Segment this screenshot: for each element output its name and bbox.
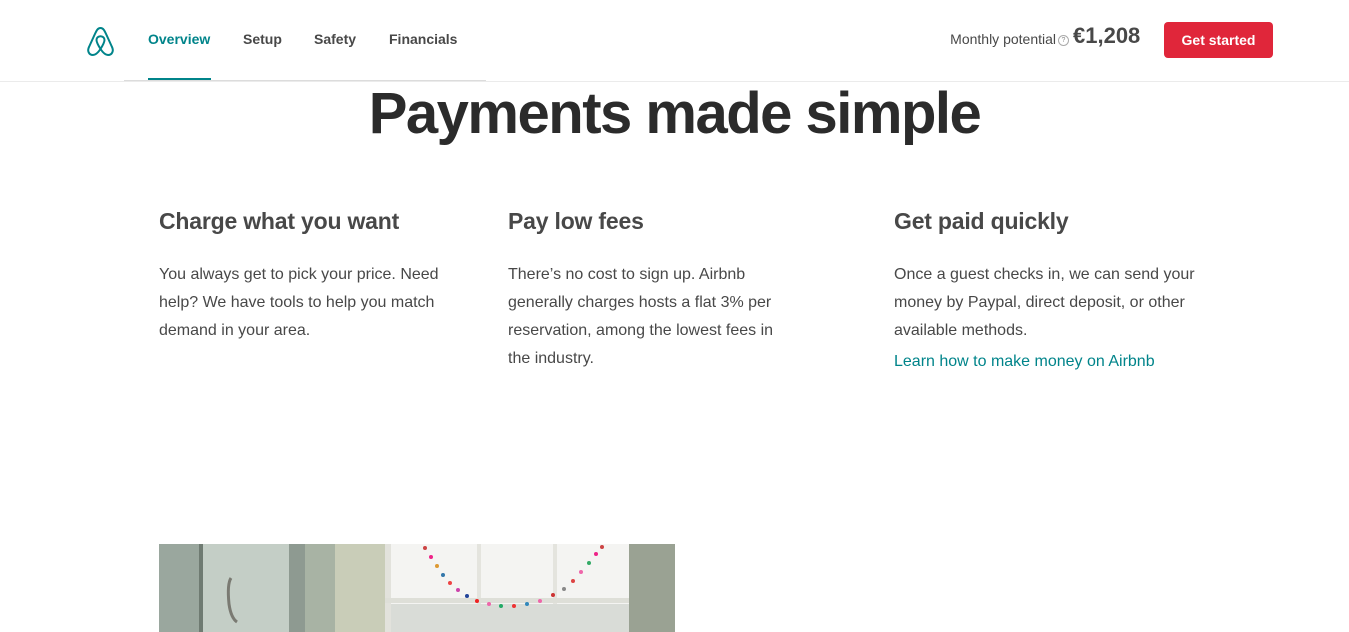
feature-charge: Charge what you want You always get to p… <box>159 208 459 345</box>
monthly-potential-amount: €1,208 <box>1073 23 1141 48</box>
tab-setup[interactable]: Setup <box>243 31 282 47</box>
monthly-potential-label: Monthly potential <box>950 31 1056 47</box>
feature-heading: Pay low fees <box>508 208 644 234</box>
room-window-image <box>159 544 675 632</box>
feature-fees: Pay low fees There’s no cost to sign up.… <box>508 208 798 373</box>
feature-payout: Get paid quickly Once a guest checks in,… <box>894 208 1204 371</box>
tab-financials[interactable]: Financials <box>389 31 457 47</box>
learn-more-link[interactable]: Learn how to make money on Airbnb <box>894 353 1204 371</box>
tab-overview[interactable]: Overview <box>148 31 210 47</box>
feature-heading: Get paid quickly <box>894 208 1069 234</box>
feature-body: There’s no cost to sign up. Airbnb gener… <box>508 266 774 367</box>
feature-heading: Charge what you want <box>159 208 400 234</box>
airbnb-logo-icon[interactable] <box>85 25 116 58</box>
room-window-photo <box>159 544 675 632</box>
feature-body: You always get to pick your price. Need … <box>159 266 439 339</box>
feature-body: Once a guest checks in, we can send your… <box>894 266 1195 339</box>
monthly-potential: Monthly potential? <box>950 31 1069 47</box>
help-icon[interactable]: ? <box>1058 34 1069 46</box>
top-header: Overview Setup Safety Financials Monthly… <box>0 0 1349 82</box>
page-title: Payments made simple <box>368 81 982 146</box>
tab-safety[interactable]: Safety <box>314 31 356 47</box>
get-started-button[interactable]: Get started <box>1164 22 1273 58</box>
